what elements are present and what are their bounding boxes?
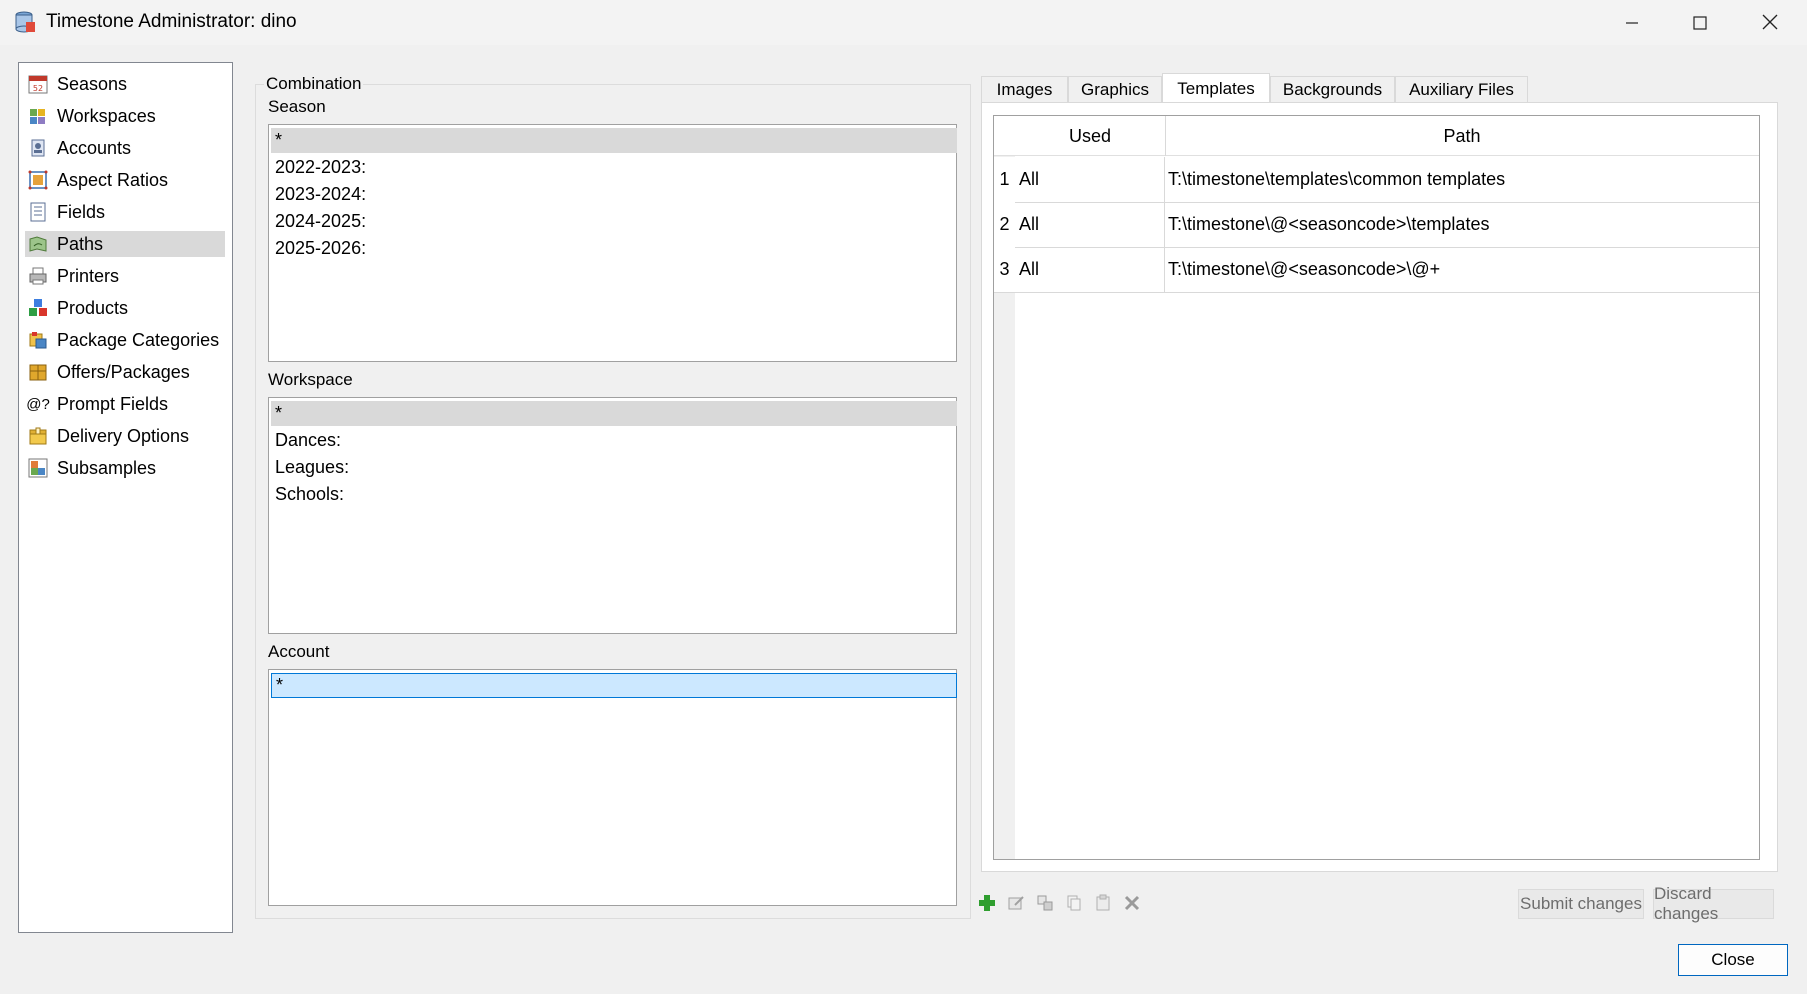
maximize-button[interactable] (1666, 0, 1734, 45)
grid-header: Used Path (994, 116, 1759, 156)
nav-item-label: Delivery Options (57, 425, 190, 446)
nav-item-offers-packages[interactable]: Offers/Packages (25, 359, 225, 385)
nav-item-label: Paths (57, 233, 104, 254)
printer-icon (27, 265, 49, 287)
account-label: Account (268, 642, 330, 661)
path-cell[interactable]: T:\timestone\templates\common templates (1165, 157, 1759, 202)
list-item[interactable]: 2024-2025: (271, 209, 957, 234)
nav-item-package-categories[interactable]: Package Categories (25, 327, 225, 353)
list-item[interactable]: 2022-2023: (271, 155, 957, 180)
nav-item-label: Package Categories (57, 329, 220, 350)
discard-changes-button[interactable]: Discard changes (1653, 884, 1774, 923)
minimize-icon (1625, 10, 1639, 36)
column-header-path[interactable]: Path (1165, 116, 1759, 156)
accounts-icon (27, 137, 49, 159)
list-item[interactable]: * (271, 401, 957, 426)
row-number: 1 (994, 157, 1015, 202)
paths-icon (27, 233, 49, 255)
nav-item-label: Fields (57, 201, 106, 222)
edit-icon[interactable] (1006, 893, 1026, 913)
copy-icon[interactable] (1064, 893, 1084, 913)
row-number: 3 (994, 247, 1015, 292)
nav-item-subsamples[interactable]: Subsamples (25, 455, 225, 481)
fields-icon (27, 201, 49, 223)
nav-item-paths[interactable]: Paths (25, 231, 225, 257)
list-item[interactable]: Schools: (271, 482, 957, 507)
subsamples-icon (27, 457, 49, 479)
list-item[interactable]: Dances: (271, 428, 957, 453)
path-cell[interactable]: T:\timestone\@<seasoncode>\templates (1165, 202, 1759, 247)
paste-icon[interactable] (1093, 893, 1113, 913)
submit-changes-button[interactable]: Submit changes (1518, 889, 1644, 919)
nav-item-label: Workspaces (57, 105, 156, 126)
tab-images[interactable]: Images (981, 76, 1068, 103)
table-row[interactable]: 3 All T:\timestone\@<seasoncode>\@+ (994, 247, 1759, 293)
maximize-icon (1693, 10, 1707, 36)
list-item[interactable]: * (271, 673, 957, 698)
delete-icon[interactable] (1122, 893, 1142, 913)
nav-item-label: Prompt Fields (57, 393, 169, 414)
list-item[interactable]: * (271, 128, 957, 153)
table-row[interactable]: 1 All T:\timestone\templates\common temp… (994, 157, 1759, 203)
window-close-button[interactable] (1736, 0, 1804, 45)
season-list[interactable]: * 2022-2023: 2023-2024: 2024-2025: 2025-… (268, 124, 957, 362)
nav-item-label: Printers (57, 265, 120, 286)
aspect-ratio-icon (27, 169, 49, 191)
nav-item-printers[interactable]: Printers (25, 263, 225, 289)
add-icon[interactable] (977, 893, 997, 913)
products-icon (27, 297, 49, 319)
offers-packages-icon (27, 361, 49, 383)
prompt-fields-icon: @? (26, 395, 50, 413)
tab-backgrounds[interactable]: Backgrounds (1270, 76, 1395, 103)
workspaces-icon (27, 105, 49, 127)
workspace-list[interactable]: * Dances: Leagues: Schools: (268, 397, 957, 634)
tab-templates[interactable]: Templates (1162, 73, 1270, 104)
nav-item-seasons[interactable]: 52 Seasons (25, 71, 225, 97)
svg-text:52: 52 (33, 84, 43, 93)
nav-item-label: Offers/Packages (57, 361, 190, 382)
calendar-icon: 52 (27, 73, 49, 95)
delivery-options-icon (27, 425, 49, 447)
duplicate-icon[interactable] (1035, 893, 1055, 913)
column-header-used[interactable]: Used (1015, 116, 1166, 156)
row-number: 2 (994, 202, 1015, 247)
used-cell[interactable]: All (1015, 202, 1165, 247)
nav-item-label: Accounts (57, 137, 132, 158)
tab-auxiliary-files[interactable]: Auxiliary Files (1395, 76, 1528, 103)
list-item[interactable]: 2025-2026: (271, 236, 957, 261)
close-button[interactable]: Close (1678, 944, 1788, 976)
tab-graphics[interactable]: Graphics (1068, 76, 1162, 103)
account-list[interactable]: * (268, 669, 957, 906)
nav-item-prompt-fields[interactable]: @? Prompt Fields (25, 391, 225, 417)
nav-item-label: Subsamples (57, 457, 157, 478)
season-label: Season (268, 97, 326, 116)
table-row[interactable]: 2 All T:\timestone\@<seasoncode>\templat… (994, 202, 1759, 248)
paths-grid[interactable]: Used Path 1 All T:\timestone\templates\c… (993, 115, 1760, 860)
nav-item-workspaces[interactable]: Workspaces (25, 103, 225, 129)
close-icon (1762, 10, 1778, 36)
nav-item-fields[interactable]: Fields (25, 199, 225, 225)
used-cell[interactable]: All (1015, 157, 1165, 202)
path-cell[interactable]: T:\timestone\@<seasoncode>\@+ (1165, 247, 1759, 292)
combination-label: Combination (264, 74, 364, 94)
nav-item-label: Seasons (57, 73, 128, 94)
navigation-list[interactable]: 52 Seasons Workspaces Accounts Aspect Ra… (18, 62, 233, 933)
list-item[interactable]: Leagues: (271, 455, 957, 480)
app-database-icon (14, 10, 36, 34)
nav-item-delivery-options[interactable]: Delivery Options (25, 423, 225, 449)
minimize-button[interactable] (1598, 0, 1666, 45)
used-cell[interactable]: All (1015, 247, 1165, 292)
nav-item-label: Products (57, 297, 129, 318)
nav-item-accounts[interactable]: Accounts (25, 135, 225, 161)
nav-item-label: Aspect Ratios (57, 169, 169, 190)
nav-item-products[interactable]: Products (25, 295, 225, 321)
list-item[interactable]: 2023-2024: (271, 182, 957, 207)
nav-item-aspect-ratios[interactable]: Aspect Ratios (25, 167, 225, 193)
package-categories-icon (27, 329, 49, 351)
workspace-label: Workspace (268, 370, 353, 389)
window-title: Timestone Administrator: dino (46, 11, 297, 32)
